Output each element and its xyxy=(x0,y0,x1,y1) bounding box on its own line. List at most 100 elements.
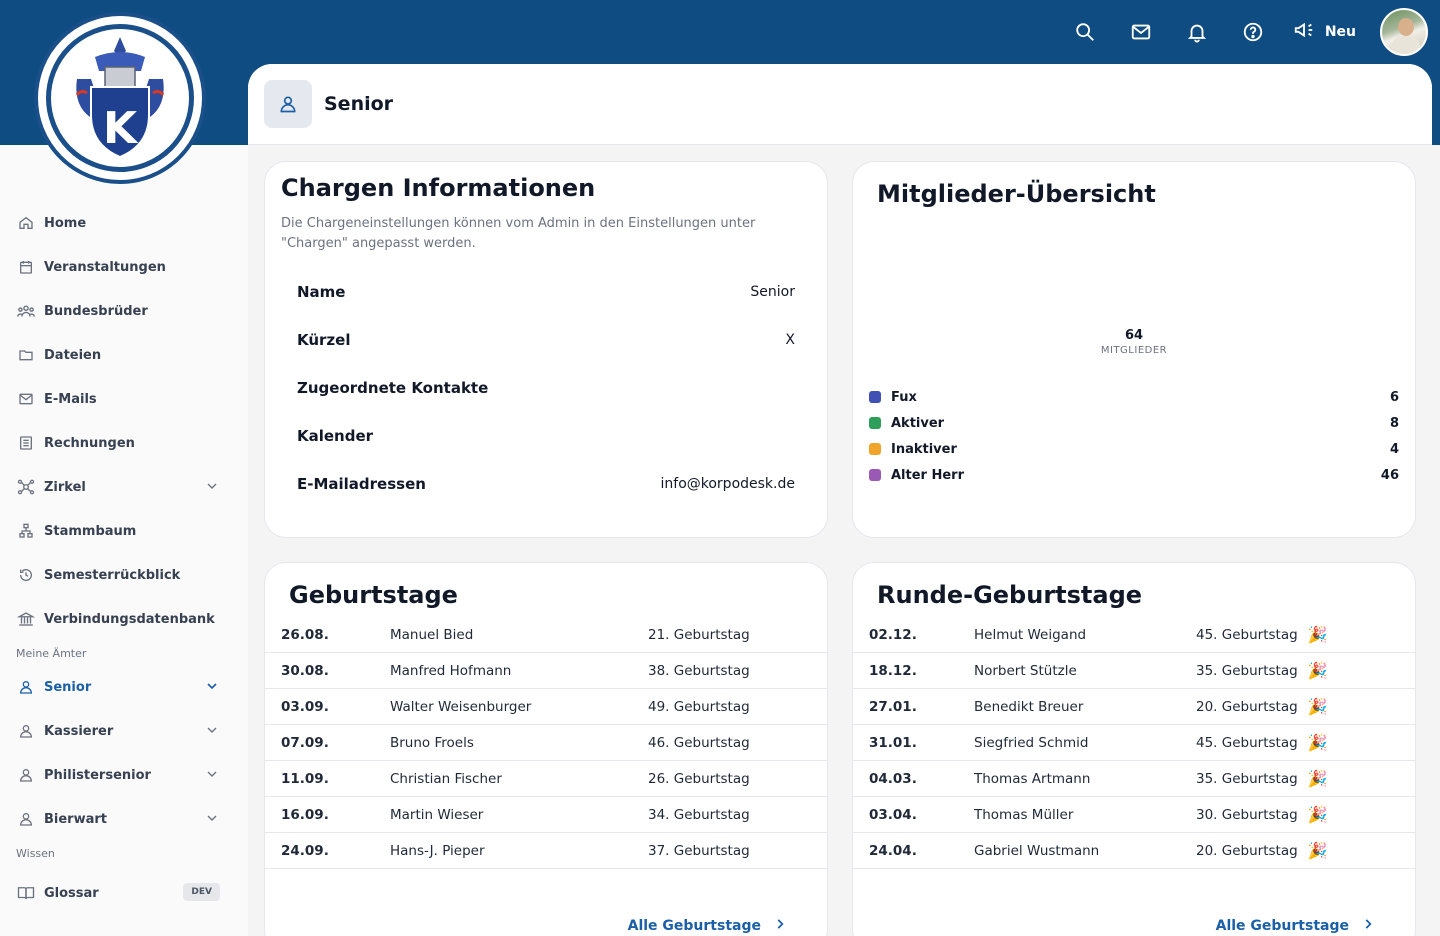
all-round-birthdays-link[interactable]: Alle Geburtstage xyxy=(1216,917,1375,935)
birthday-date: 16.09. xyxy=(281,806,329,823)
legend-count: 6 xyxy=(1389,389,1399,405)
mail-icon[interactable] xyxy=(1113,4,1169,60)
folder-icon xyxy=(16,345,36,365)
legend-label: Alter Herr xyxy=(891,467,965,483)
sidebar-item-verbindungsdatenbank[interactable]: Verbindungsdatenbank xyxy=(0,597,248,641)
birthday-name: Manfred Hofmann xyxy=(390,662,512,679)
table-row[interactable]: 18.12. Norbert Stützle 35. Geburtstag 🎉 xyxy=(853,653,1415,689)
sidebar-item-label: Dateien xyxy=(44,347,102,363)
legend-item: Inaktiver 4 xyxy=(853,436,1415,462)
info-value: X xyxy=(785,332,795,348)
info-row: Zugeordnete Kontakte xyxy=(265,364,827,412)
table-row[interactable]: 24.09. Hans-J. Pieper 37. Geburtstag xyxy=(265,833,827,869)
info-key: Kürzel xyxy=(297,331,351,349)
sidebar-item-glossar[interactable]: Glossar DEV xyxy=(0,871,248,915)
news-button[interactable]: Neu xyxy=(1293,19,1356,45)
birthday-name: Christian Fischer xyxy=(390,770,502,787)
sidebar-item-senior[interactable]: Senior xyxy=(0,665,248,709)
birthday-name: Benedikt Breuer xyxy=(974,698,1084,715)
sidebar-item-stammbaum[interactable]: Stammbaum xyxy=(0,509,248,553)
birthday-name: Manuel Bied xyxy=(390,626,474,643)
info-row: Kürzel X xyxy=(265,316,827,364)
round-birthdays-card: Runde-Geburtstage 02.12. Helmut Weigand … xyxy=(852,562,1416,936)
sidebar-item-semesterrueckblick[interactable]: Semesterrückblick xyxy=(0,553,248,597)
table-row[interactable]: 16.09. Martin Wieser 34. Geburtstag xyxy=(265,797,827,833)
table-row[interactable]: 26.08. Manuel Bied 21. Geburtstag xyxy=(265,617,827,653)
all-birthdays-link[interactable]: Alle Geburtstage xyxy=(628,917,787,935)
info-row: Kalender xyxy=(265,412,827,460)
help-icon[interactable] xyxy=(1225,4,1281,60)
section-label-aemter: Meine Ämter xyxy=(16,646,87,660)
chevron-right-icon xyxy=(773,917,787,935)
birthday-name: Norbert Stützle xyxy=(974,662,1077,679)
chevron-down-icon[interactable] xyxy=(204,810,220,830)
birthday-info: 34. Geburtstag xyxy=(648,806,750,823)
table-row[interactable]: 02.12. Helmut Weigand 45. Geburtstag 🎉 xyxy=(853,617,1415,653)
chevron-right-icon xyxy=(1361,917,1375,935)
birthday-info: 20. Geburtstag xyxy=(1196,698,1298,715)
sidebar-item-zirkel[interactable]: Zirkel xyxy=(0,465,248,509)
card-title: Mitglieder-Übersicht xyxy=(877,180,1156,208)
sidebar-item-label: Bundesbrüder xyxy=(44,303,148,319)
birthday-info: 46. Geburtstag xyxy=(648,734,750,751)
birthday-date: 30.08. xyxy=(281,662,329,679)
birthday-date: 26.08. xyxy=(281,626,329,643)
info-key: Name xyxy=(297,283,346,301)
info-key: E-Mailadressen xyxy=(297,475,426,493)
birthday-info: 35. Geburtstag xyxy=(1196,662,1298,679)
birthday-date: 27.01. xyxy=(869,698,917,715)
table-row[interactable]: 31.01. Siegfried Schmid 45. Geburtstag 🎉 xyxy=(853,725,1415,761)
dev-badge: DEV xyxy=(183,883,220,901)
birthday-date: 11.09. xyxy=(281,770,329,787)
sidebar-item-home[interactable]: Home xyxy=(0,201,248,245)
table-row[interactable]: 11.09. Christian Fischer 26. Geburtstag xyxy=(265,761,827,797)
party-icon: 🎉 xyxy=(1307,697,1328,716)
sidebar-item-label: Rechnungen xyxy=(44,435,135,451)
users-icon xyxy=(16,301,36,321)
chevron-down-icon[interactable] xyxy=(204,678,220,698)
legend-swatch xyxy=(869,443,881,455)
party-icon: 🎉 xyxy=(1307,733,1328,752)
person-icon xyxy=(16,721,36,741)
birthday-name: Helmut Weigand xyxy=(974,626,1087,643)
sidebar-item-bundesbrueder[interactable]: Bundesbrüder xyxy=(0,289,248,333)
table-row[interactable]: 27.01. Benedikt Breuer 20. Geburtstag 🎉 xyxy=(853,689,1415,725)
table-row[interactable]: 03.04. Thomas Müller 30. Geburtstag 🎉 xyxy=(853,797,1415,833)
sidebar-item-rechnungen[interactable]: Rechnungen xyxy=(0,421,248,465)
network-icon xyxy=(16,477,36,497)
sidebar-item-veranstaltungen[interactable]: Veranstaltungen xyxy=(0,245,248,289)
bell-icon[interactable] xyxy=(1169,4,1225,60)
user-avatar[interactable] xyxy=(1380,8,1428,56)
chevron-down-icon[interactable] xyxy=(204,478,220,498)
search-icon[interactable] xyxy=(1057,4,1113,60)
info-value: Senior xyxy=(750,284,795,300)
sidebar-item-bierwart[interactable]: Bierwart xyxy=(0,797,248,841)
tree-icon xyxy=(16,521,36,541)
chevron-down-icon[interactable] xyxy=(204,722,220,742)
birthday-name: Martin Wieser xyxy=(390,806,484,823)
sidebar-item-emails[interactable]: E-Mails xyxy=(0,377,248,421)
sidebar-item-philistersenior[interactable]: Philistersenior xyxy=(0,753,248,797)
members-overview-card: Mitglieder-Übersicht 64 MITGLIEDER Fux 6… xyxy=(852,161,1416,538)
sidebar-item-dateien[interactable]: Dateien xyxy=(0,333,248,377)
birthday-name: Bruno Froels xyxy=(390,734,474,751)
sidebar-item-kassierer[interactable]: Kassierer xyxy=(0,709,248,753)
table-row[interactable]: 07.09. Bruno Froels 46. Geburtstag xyxy=(265,725,827,761)
table-row[interactable]: 24.04. Gabriel Wustmann 20. Geburtstag 🎉 xyxy=(853,833,1415,869)
email-link[interactable]: info@korpodesk.de xyxy=(661,476,796,492)
birthday-info: 35. Geburtstag xyxy=(1196,770,1298,787)
page-header: Senior xyxy=(248,64,1432,145)
table-row[interactable]: 04.03. Thomas Artmann 35. Geburtstag 🎉 xyxy=(853,761,1415,797)
sidebar-item-label: Kassierer xyxy=(44,723,114,739)
table-row[interactable]: 30.08. Manfred Hofmann 38. Geburtstag xyxy=(265,653,827,689)
all-birthdays-label: Alle Geburtstage xyxy=(1215,918,1349,934)
birthday-info: 21. Geburtstag xyxy=(648,626,750,643)
sidebar-item-label: Bierwart xyxy=(44,811,108,827)
table-row[interactable]: 03.09. Walter Weisenburger 49. Geburtsta… xyxy=(265,689,827,725)
party-icon: 🎉 xyxy=(1307,841,1328,860)
brand-logo[interactable]: K xyxy=(34,12,206,184)
chevron-down-icon[interactable] xyxy=(204,766,220,786)
birthday-info: 26. Geburtstag xyxy=(648,770,750,787)
info-row: Name Senior xyxy=(265,268,827,316)
birthday-info: 20. Geburtstag xyxy=(1196,842,1298,859)
